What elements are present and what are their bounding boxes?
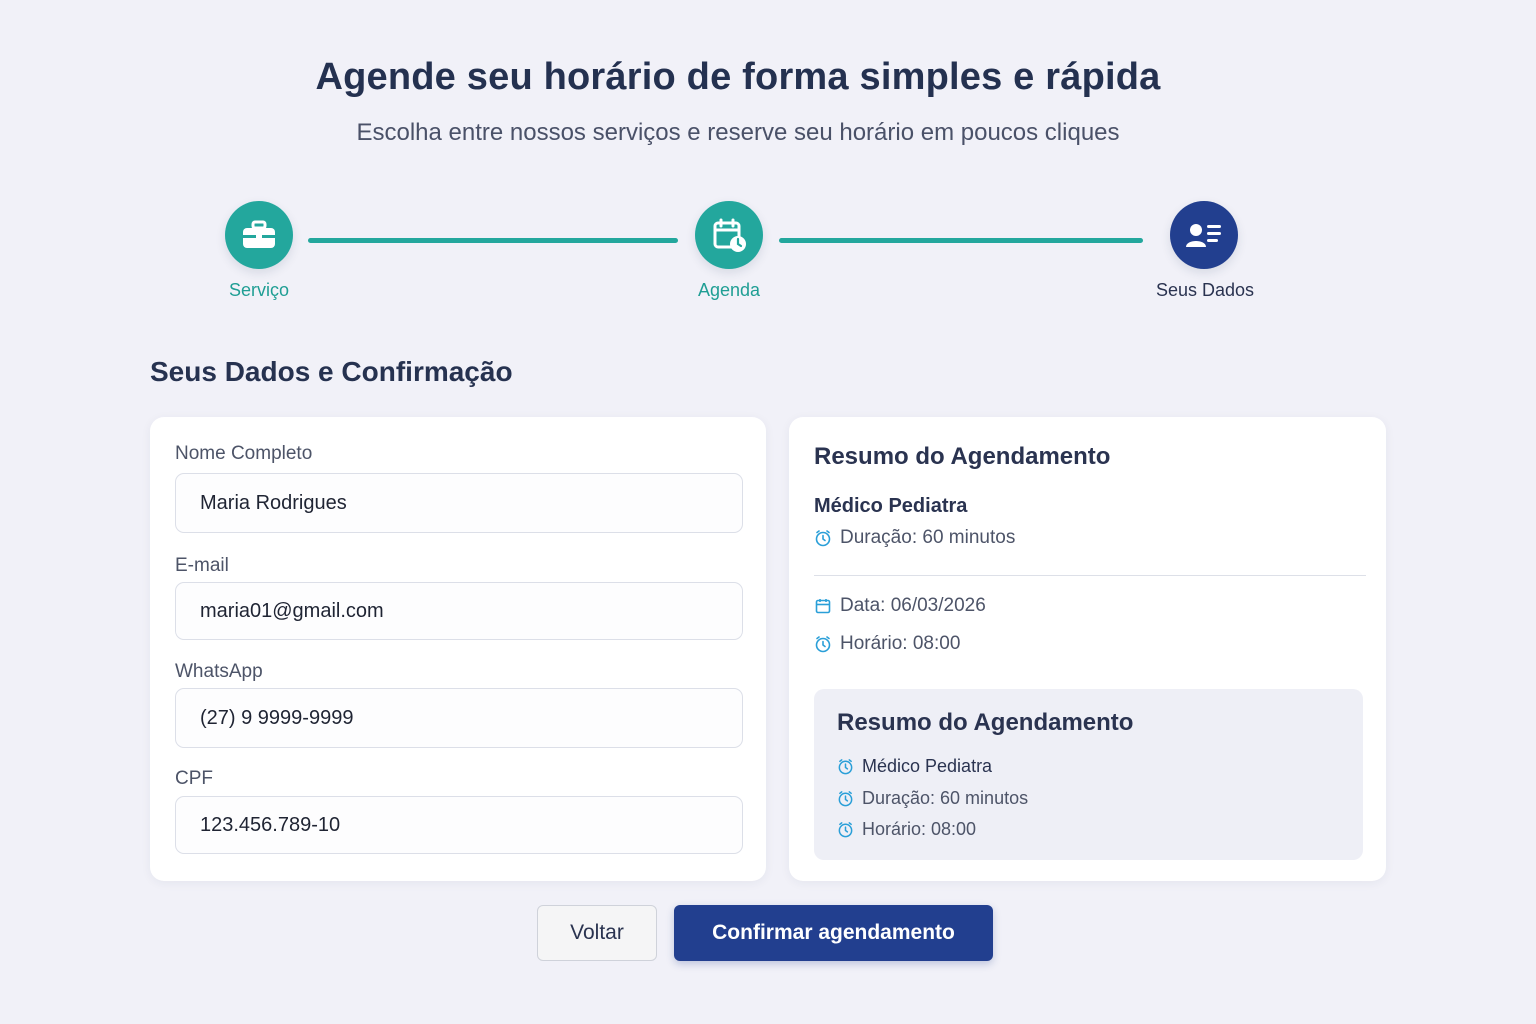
cpf-field[interactable]: 123.456.789-10: [175, 796, 743, 854]
inner-service-text: Médico Pediatra: [862, 756, 993, 776]
form-card: Nome Completo Maria Rodrigues E-mail mar…: [150, 417, 766, 881]
summary-time: Horário: 08:00: [814, 633, 960, 655]
step-label-agenda: Agenda: [697, 280, 761, 300]
summary-date-text: Data: 06/03/2026: [840, 595, 986, 616]
summary-duration: Duração: 60 minutos: [814, 527, 1015, 549]
calendar-icon: [814, 597, 832, 615]
back-button[interactable]: Voltar: [537, 905, 657, 961]
inner-summary-title: Resumo do Agendamento: [837, 709, 1134, 736]
confirm-button[interactable]: Confirmar agendamento: [674, 905, 993, 961]
summary-card: Resumo do Agendamento Médico Pediatra Du…: [789, 417, 1386, 881]
email-field[interactable]: maria01@gmail.com: [175, 582, 743, 640]
clock-icon: [837, 821, 854, 838]
summary-divider: [814, 575, 1366, 576]
clock-icon: [814, 635, 832, 653]
step-servico[interactable]: [225, 201, 293, 269]
page-subtitle: Escolha entre nossos serviços e reserve …: [356, 119, 1120, 146]
summary-time-text: Horário: 08:00: [840, 633, 961, 654]
name-field[interactable]: Maria Rodrigues: [175, 473, 743, 533]
step-connector-2: [779, 238, 1143, 243]
step-connector-1: [308, 238, 678, 243]
inner-summary-time: Horário: 08:00: [837, 819, 976, 840]
email-label: E-mail: [175, 555, 229, 576]
section-title: Seus Dados e Confirmação: [150, 356, 513, 387]
whatsapp-value: (27) 9 9999-9999: [200, 706, 354, 729]
inner-summary-service: Médico Pediatra: [837, 756, 992, 777]
clock-icon: [837, 758, 854, 775]
inner-summary-duration: Duração: 60 minutos: [837, 788, 1028, 809]
summary-date: Data: 06/03/2026: [814, 595, 986, 617]
step-agenda[interactable]: [695, 201, 763, 269]
step-label-servico: Serviço: [228, 280, 290, 300]
step-seus-dados[interactable]: [1170, 201, 1238, 269]
user-details-icon: [1185, 221, 1223, 249]
briefcase-icon: [241, 220, 277, 250]
name-value: Maria Rodrigues: [200, 491, 347, 514]
clock-icon: [814, 529, 832, 547]
summary-title: Resumo do Agendamento: [814, 443, 1111, 470]
name-label: Nome Completo: [175, 443, 313, 464]
email-value: maria01@gmail.com: [200, 599, 384, 622]
inner-duration-text: Duração: 60 minutos: [862, 788, 1029, 808]
page-title: Agende seu horário de forma simples e rá…: [315, 56, 1161, 98]
whatsapp-label: WhatsApp: [175, 661, 263, 682]
inner-time-text: Horário: 08:00: [862, 819, 977, 839]
cpf-label: CPF: [175, 768, 213, 789]
summary-service: Médico Pediatra: [814, 495, 968, 517]
clock-icon: [837, 790, 854, 807]
summary-inner-box: Resumo do Agendamento Médico Pediatra Du…: [814, 689, 1363, 860]
step-label-seus-dados: Seus Dados: [1155, 280, 1255, 300]
summary-duration-text: Duração: 60 minutos: [840, 527, 1016, 548]
calendar-clock-icon: [711, 217, 747, 253]
whatsapp-field[interactable]: (27) 9 9999-9999: [175, 688, 743, 748]
cpf-value: 123.456.789-10: [200, 813, 341, 836]
